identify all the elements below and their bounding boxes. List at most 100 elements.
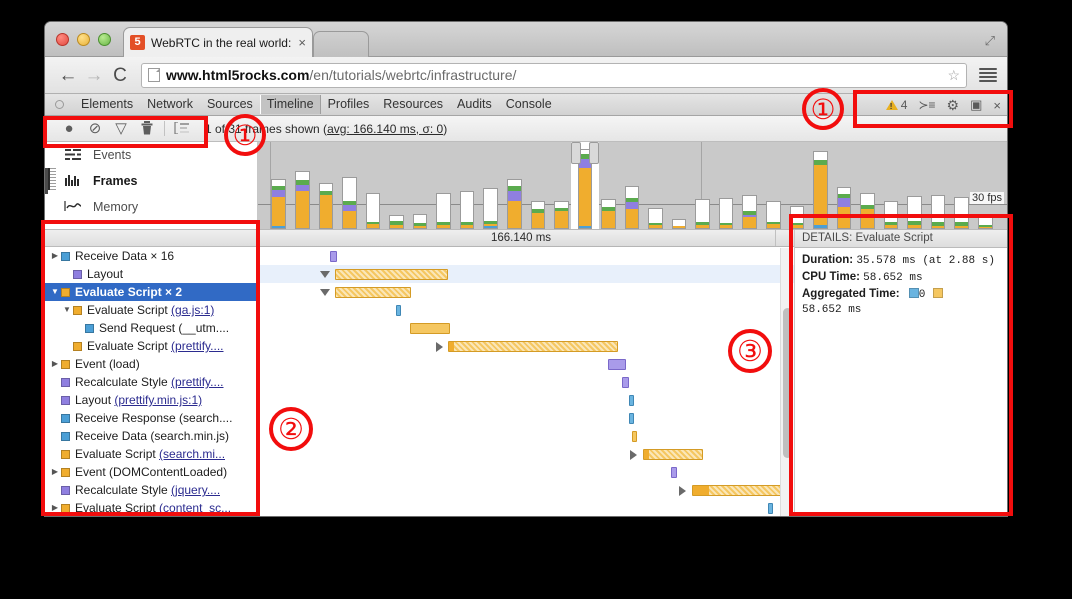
frame-bar[interactable] — [319, 183, 334, 229]
waterfall-bar[interactable] — [622, 377, 629, 388]
frame-bar[interactable] — [954, 197, 969, 229]
frame-bar[interactable] — [766, 201, 781, 229]
waterfall-bar[interactable] — [335, 269, 448, 280]
browser-menu-icon[interactable] — [979, 68, 997, 82]
waterfall-row[interactable] — [258, 247, 794, 265]
tree-row[interactable]: Layout — [45, 265, 257, 283]
waterfall-bar[interactable] — [335, 287, 411, 298]
back-button[interactable]: ← — [55, 66, 81, 85]
overview-window-right-handle[interactable] — [589, 142, 599, 164]
frame-bar[interactable] — [531, 201, 546, 229]
frame-bar[interactable] — [460, 191, 475, 229]
tree-row[interactable]: ▶Event (DOMContentLoaded) — [45, 463, 257, 481]
waterfall-bar[interactable] — [448, 341, 618, 352]
gear-icon[interactable]: ⚙ — [947, 97, 960, 114]
tree-row-source-link[interactable]: (jquery.... — [171, 483, 220, 497]
frame-bar[interactable] — [366, 193, 381, 229]
tree-row[interactable]: Evaluate Script (prettify.... — [45, 337, 257, 355]
tree-row[interactable]: Layout (prettify.min.js:1) — [45, 391, 257, 409]
tree-row-source-link[interactable]: (prettify.... — [171, 375, 223, 389]
waterfall-bar[interactable] — [629, 395, 634, 406]
tab-network[interactable]: Network — [140, 95, 200, 115]
frame-bar[interactable] — [672, 219, 687, 229]
twisty-icon[interactable]: ▼ — [49, 288, 61, 296]
close-icon[interactable]: × — [993, 98, 1001, 113]
frame-bar[interactable] — [601, 199, 616, 229]
bookmark-star-icon[interactable]: ☆ — [941, 67, 960, 84]
frame-bar[interactable] — [413, 214, 428, 229]
dock-position-icon[interactable]: ▣ — [970, 97, 982, 113]
waterfall-bar[interactable] — [643, 449, 703, 460]
clear-icon[interactable]: ⊘ — [82, 121, 108, 136]
waterfall-bar[interactable] — [632, 431, 637, 442]
tab-profiles[interactable]: Profiles — [321, 95, 377, 115]
tab-sources[interactable]: Sources — [200, 95, 260, 115]
waterfall-bar[interactable] — [671, 467, 677, 478]
window-minimize-button[interactable] — [77, 33, 90, 46]
waterfall-row[interactable] — [258, 337, 794, 355]
waterfall-row[interactable] — [258, 481, 794, 499]
timeline-waterfall[interactable]: 166.140 ms — [258, 230, 794, 516]
frame-bar[interactable] — [625, 186, 640, 229]
address-bar[interactable]: www.html5rocks.com/en/tutorials/webrtc/i… — [141, 63, 967, 88]
frame-bar[interactable] — [271, 179, 286, 229]
waterfall-scrollbar-thumb[interactable] — [783, 308, 792, 458]
tree-row[interactable]: ▼Evaluate Script × 2 — [45, 283, 257, 301]
tab-elements[interactable]: Elements — [74, 95, 140, 115]
tab-resources[interactable]: Resources — [376, 95, 450, 115]
frame-bar[interactable] — [342, 177, 357, 229]
twisty-icon[interactable]: ▼ — [61, 306, 73, 314]
frame-bar[interactable] — [719, 198, 734, 229]
waterfall-bar[interactable] — [768, 503, 773, 514]
filter-funnel-icon[interactable]: ▽ — [108, 121, 134, 136]
waterfall-row[interactable] — [258, 355, 794, 373]
window-maximize-button[interactable] — [98, 33, 111, 46]
browser-new-tab[interactable] — [313, 31, 369, 57]
tree-row[interactable]: Evaluate Script (search.mi... — [45, 445, 257, 463]
frame-bar[interactable] — [931, 195, 946, 229]
waterfall-row[interactable] — [258, 463, 794, 481]
frame-bar[interactable] — [978, 216, 993, 229]
waterfall-bar[interactable] — [608, 359, 626, 370]
waterfall-row[interactable] — [258, 319, 794, 337]
tree-row[interactable]: ▼Evaluate Script (ga.js:1) — [45, 301, 257, 319]
waterfall-bar[interactable] — [692, 485, 792, 496]
waterfall-expand-icon[interactable] — [320, 271, 330, 278]
reload-button[interactable]: C — [107, 66, 133, 85]
frame-bar[interactable] — [554, 201, 569, 229]
trash-icon[interactable] — [134, 121, 160, 137]
timeline-record-tree[interactable]: ▶Receive Data × 16Layout▼Evaluate Script… — [45, 230, 258, 516]
waterfall-row[interactable] — [258, 373, 794, 391]
waterfall-row[interactable] — [258, 409, 794, 427]
frame-bar[interactable] — [436, 193, 451, 229]
browser-tab-active[interactable]: 5 WebRTC in the real world: × — [123, 27, 313, 57]
tree-row-source-link[interactable]: (content_sc... — [159, 501, 231, 515]
forward-button[interactable]: → — [81, 66, 107, 85]
tree-row[interactable]: ▶Event (load) — [45, 355, 257, 373]
tree-row-source-link[interactable]: (prettify.min.js:1) — [114, 393, 202, 407]
window-close-button[interactable] — [56, 33, 69, 46]
frame-bar[interactable] — [507, 179, 522, 229]
twisty-icon[interactable]: ▶ — [49, 468, 61, 476]
console-drawer-icon[interactable]: ≻≡ — [918, 98, 935, 112]
tree-row-source-link[interactable]: (search.mi... — [159, 447, 225, 461]
tree-row-source-link[interactable]: (ga.js:1) — [171, 303, 214, 317]
overview-drag-handle[interactable] — [48, 168, 56, 190]
waterfall-row[interactable] — [258, 301, 794, 319]
frame-bar[interactable] — [389, 215, 404, 229]
waterfall-row[interactable] — [258, 445, 794, 463]
frame-bar[interactable] — [648, 208, 663, 229]
twisty-icon[interactable]: ▶ — [49, 504, 61, 512]
twisty-icon[interactable]: ▶ — [49, 252, 61, 260]
waterfall-row[interactable] — [258, 265, 794, 283]
frame-bar[interactable] — [295, 171, 310, 229]
tree-row[interactable]: ▶Receive Data × 16 — [45, 247, 257, 265]
twisty-icon[interactable]: ▶ — [49, 360, 61, 368]
frame-bar[interactable] — [860, 193, 875, 229]
tree-row[interactable]: Recalculate Style (jquery.... — [45, 481, 257, 499]
tree-row[interactable]: Receive Response (search.... — [45, 409, 257, 427]
fullscreen-icon[interactable]: ⤢ — [985, 33, 995, 49]
frames-overview-chart[interactable]: 30 fps — [258, 142, 1007, 229]
record-button[interactable]: ● — [56, 121, 82, 136]
waterfall-bar[interactable] — [629, 413, 634, 424]
